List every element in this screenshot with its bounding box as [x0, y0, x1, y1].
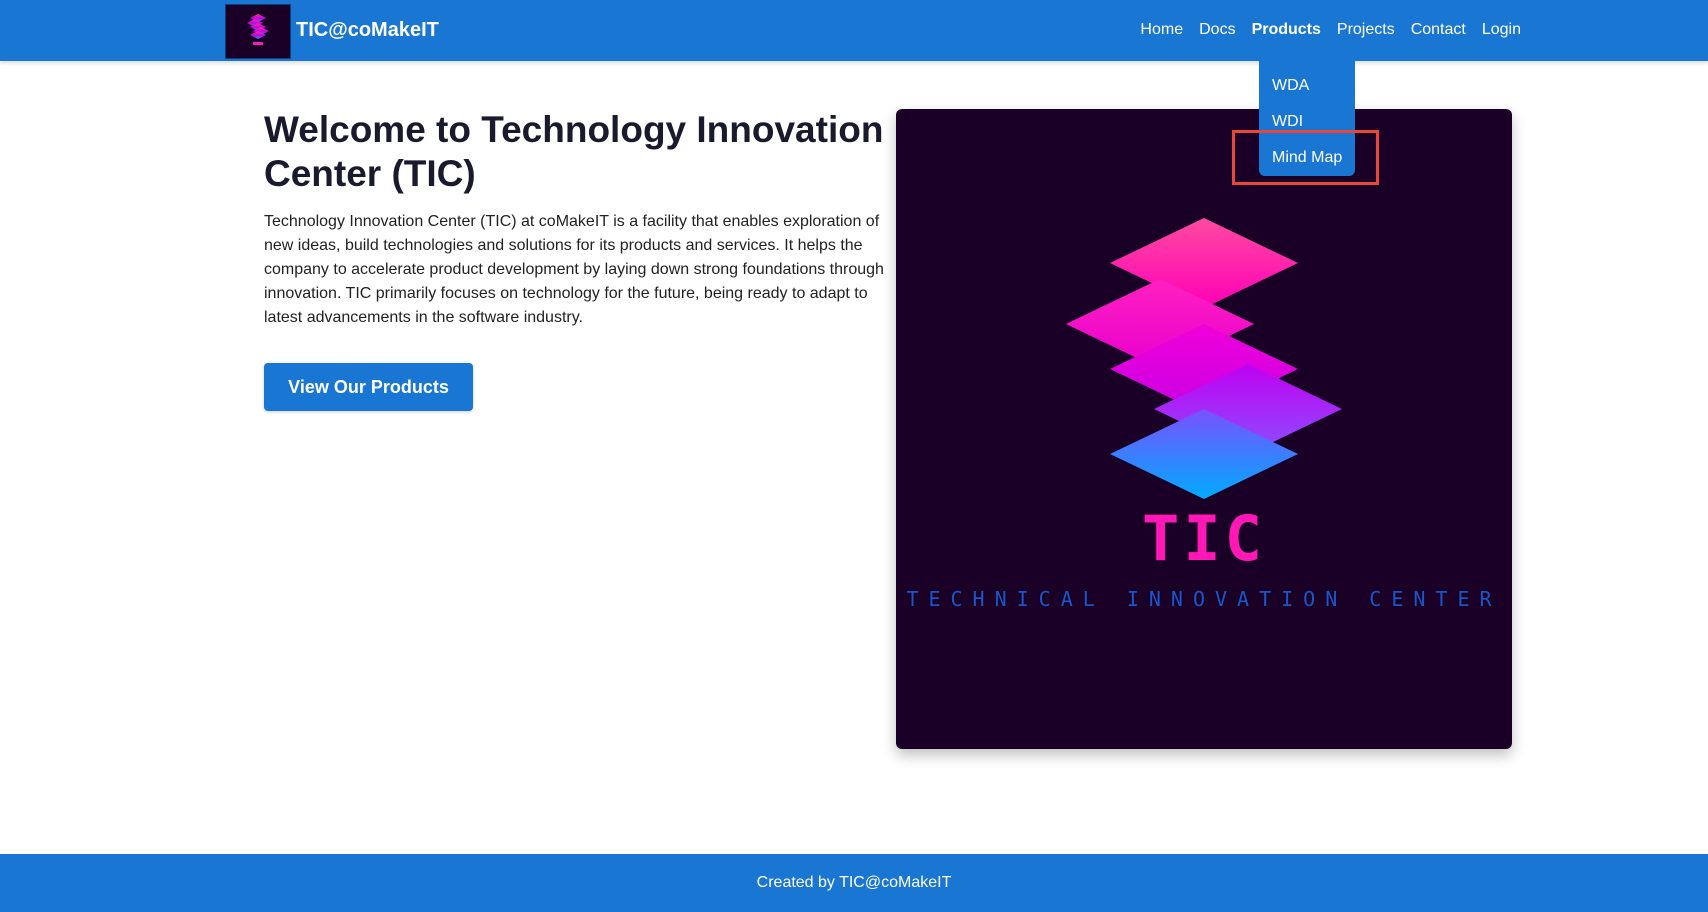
footer-credit: Created by TIC@coMakeIT	[756, 874, 952, 891]
brand-logo[interactable]	[225, 4, 291, 59]
hero-description: Technology Innovation Center (TIC) at co…	[264, 213, 884, 326]
main-nav: Home Docs Products Projects Contact Logi…	[1132, 18, 1529, 42]
nav-login[interactable]: Login	[1474, 18, 1529, 42]
nav-docs[interactable]: Docs	[1191, 18, 1243, 42]
nav-contact[interactable]: Contact	[1403, 18, 1474, 42]
mind-map-highlight-box	[1232, 130, 1379, 185]
logo-wordmark: TIC	[1142, 502, 1266, 575]
logo-tagline: TECHNICAL INNOVATION CENTER	[906, 587, 1502, 611]
brand-name[interactable]: TIC@coMakeIT	[296, 18, 439, 42]
dropdown-item-wda[interactable]: WDA	[1272, 76, 1309, 96]
view-products-button[interactable]: View Our Products	[264, 363, 473, 411]
nav-home[interactable]: Home	[1132, 18, 1191, 42]
tic-logo-icon	[247, 14, 269, 45]
tic-logo-image: TIC TECHNICAL INNOVATION CENTER	[896, 109, 1512, 749]
nav-projects[interactable]: Projects	[1329, 18, 1403, 42]
nav-products[interactable]: Products	[1244, 18, 1329, 42]
footer: Created by TIC@coMakeIT	[0, 854, 1708, 912]
navbar: TIC@coMakeIT Home Docs Products Projects…	[0, 0, 1708, 61]
dropdown-item-wdi[interactable]: WDI	[1272, 112, 1303, 132]
page-title: Welcome to Technology Innovation Center …	[264, 109, 884, 194]
layered-stack-icon	[1066, 218, 1342, 499]
